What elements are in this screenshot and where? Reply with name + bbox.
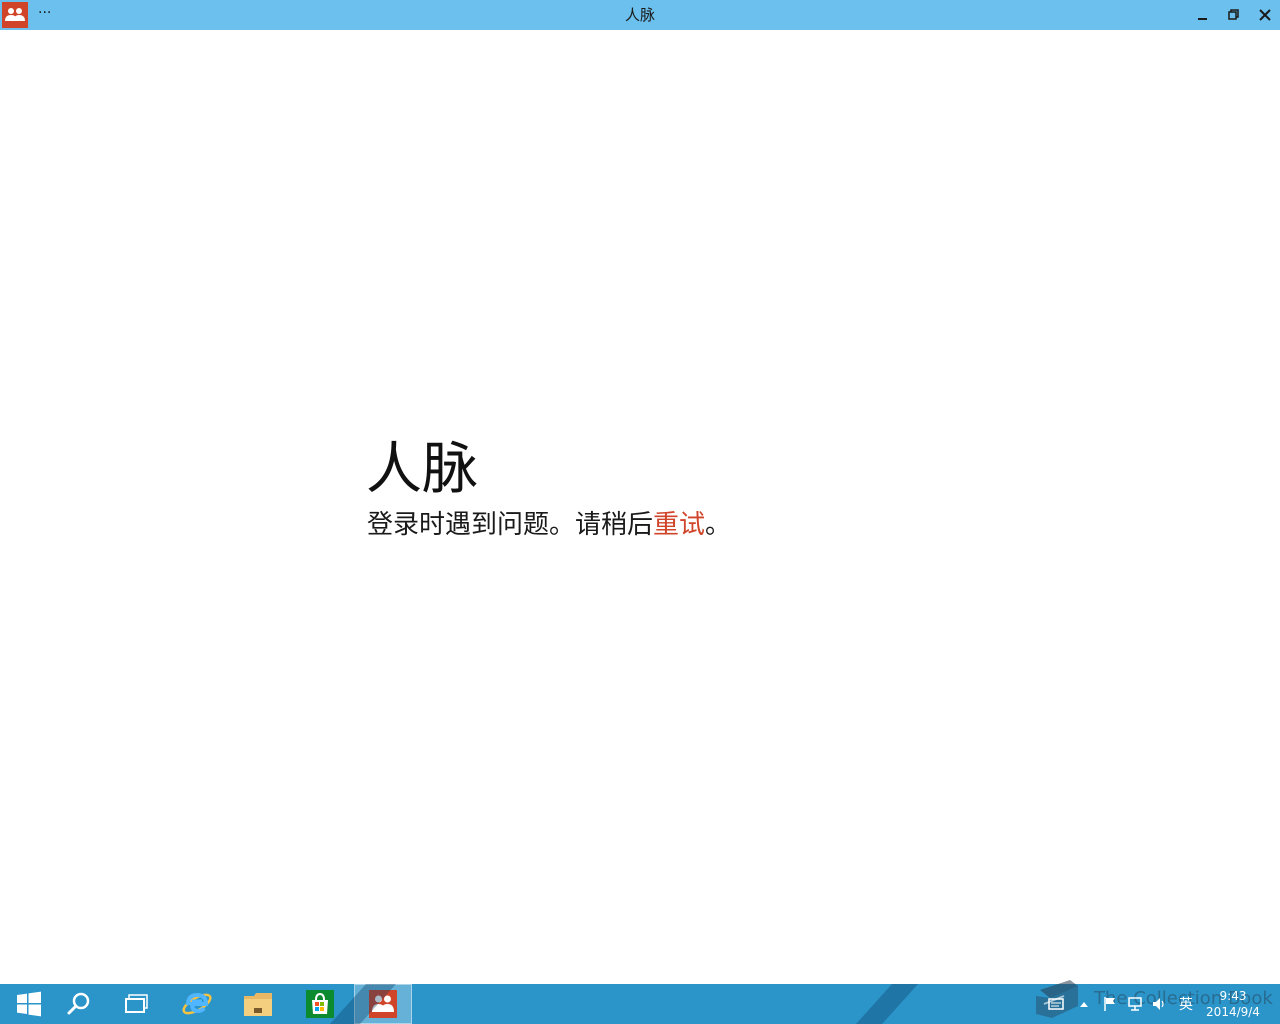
store-icon <box>306 990 334 1018</box>
taskbar-stripe <box>855 984 919 1024</box>
error-text: 登录时遇到问题。请稍后 <box>367 510 654 540</box>
app-content: 人脉 登录时遇到问题。请稍后重试。 <box>0 30 1280 984</box>
ie-icon <box>182 992 212 1015</box>
search-icon <box>67 992 90 1015</box>
action-center-button[interactable] <box>1046 984 1066 1024</box>
action-flag-button[interactable] <box>1100 984 1120 1024</box>
taskbar-clock[interactable]: 9:43 2014/9/4 <box>1198 988 1268 1020</box>
retry-link[interactable]: 重试 <box>653 510 705 540</box>
network-button[interactable] <box>1124 984 1146 1024</box>
network-icon <box>1128 997 1142 1011</box>
clock-time: 9:43 <box>1219 989 1247 1003</box>
clock-date: 2014/9/4 <box>1206 1005 1260 1019</box>
windows-logo-icon <box>17 991 41 1017</box>
task-view-icon <box>125 994 148 1013</box>
minimize-button[interactable] <box>1192 5 1214 25</box>
error-message: 登录时遇到问题。请稍后重试。 <box>367 508 731 542</box>
error-suffix: 。 <box>705 510 732 540</box>
notification-icon <box>1048 998 1064 1010</box>
volume-button[interactable] <box>1148 984 1170 1024</box>
chevron-up-icon <box>1080 1002 1088 1007</box>
close-icon <box>1259 9 1271 21</box>
search-button[interactable] <box>50 984 108 1024</box>
input-method-indicator[interactable]: 英 <box>1174 984 1198 1024</box>
speaker-icon <box>1153 998 1164 1010</box>
file-explorer-button[interactable] <box>229 984 287 1024</box>
minimize-icon <box>1198 18 1207 20</box>
page-title: 人脉 <box>366 437 478 502</box>
show-hidden-icons-button[interactable] <box>1076 984 1092 1024</box>
flag-icon <box>1104 997 1115 1011</box>
internet-explorer-button[interactable] <box>168 984 226 1024</box>
close-button[interactable] <box>1254 5 1276 25</box>
folder-icon <box>244 993 272 1016</box>
title-bar: ··· 人脉 <box>0 0 1280 30</box>
task-view-button[interactable] <box>108 984 166 1024</box>
restore-icon <box>1228 9 1239 20</box>
restore-button[interactable] <box>1223 5 1245 25</box>
window-title: 人脉 <box>624 6 655 24</box>
